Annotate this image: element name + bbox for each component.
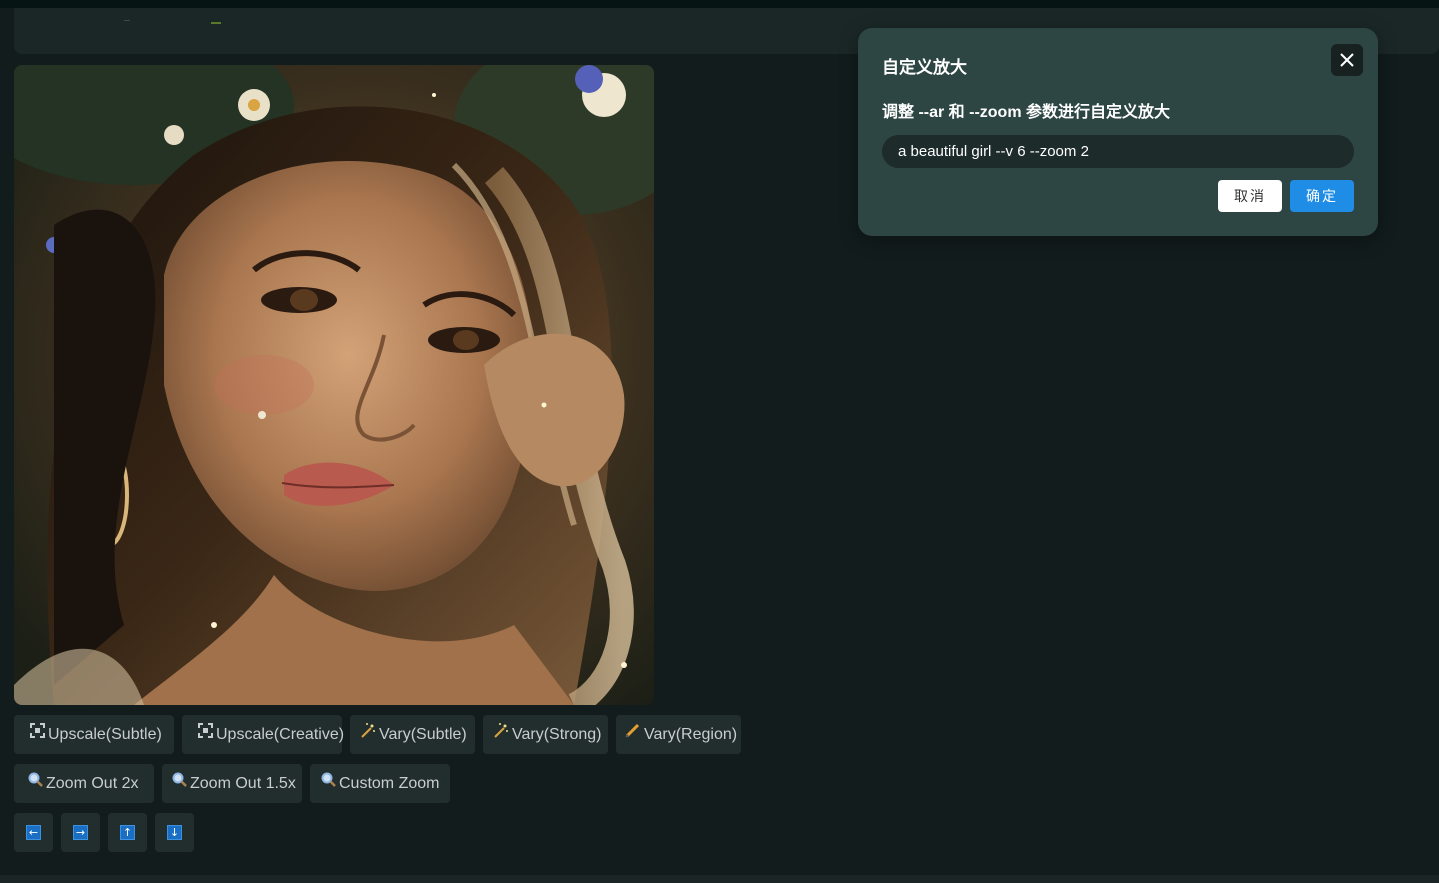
vary-subtle-button[interactable]: Vary(Subtle) [350, 715, 475, 754]
arrow-down-icon: ↓ [167, 825, 182, 840]
magnifier-icon [172, 763, 187, 802]
expand-icon [198, 714, 213, 753]
dialog-close-button[interactable] [1331, 44, 1363, 76]
arrow-up-icon: ↑ [120, 825, 135, 840]
zoom-out-1-5x-button[interactable]: Zoom Out 1.5x [162, 764, 302, 803]
pan-down-button[interactable]: ↓ [155, 813, 194, 852]
expand-icon [30, 714, 45, 753]
vary-strong-label: Vary(Strong) [512, 726, 602, 743]
arrow-right-icon: → [73, 825, 88, 840]
upscale-creative-label: Upscale(Creative) [216, 726, 345, 743]
truncated-text-fragment [124, 14, 130, 21]
zoom-prompt-input[interactable] [882, 135, 1354, 168]
arrow-left-icon: ← [26, 825, 41, 840]
magic-wand-icon [493, 714, 509, 753]
upscale-subtle-button[interactable]: Upscale(Subtle) [14, 715, 174, 754]
truncated-icon-fragment [211, 14, 221, 24]
custom-zoom-button[interactable]: Custom Zoom [310, 764, 450, 803]
vary-strong-button[interactable]: Vary(Strong) [483, 715, 608, 754]
bottom-strip [0, 875, 1439, 883]
dialog-description: 调整 --ar 和 --zoom 参数进行自定义放大 [882, 104, 1170, 121]
zoom-out-2x-button[interactable]: Zoom Out 2x [14, 764, 154, 803]
portrait-illustration [14, 65, 654, 705]
close-icon [1340, 53, 1354, 67]
top-bar [0, 0, 1439, 8]
upscale-subtle-label: Upscale(Subtle) [48, 726, 162, 743]
magnifier-icon [28, 763, 43, 802]
pan-right-button[interactable]: → [61, 813, 100, 852]
confirm-button[interactable]: 确定 [1290, 180, 1354, 212]
vary-subtle-label: Vary(Subtle) [379, 726, 467, 743]
magnifier-icon [321, 763, 336, 802]
custom-zoom-label: Custom Zoom [339, 775, 440, 792]
pencil-icon [625, 714, 641, 753]
dialog-title: 自定义放大 [882, 58, 967, 77]
cancel-button[interactable]: 取消 [1218, 180, 1282, 212]
zoom-out-1-5x-label: Zoom Out 1.5x [190, 775, 296, 792]
generated-image[interactable] [14, 65, 654, 705]
vary-region-label: Vary(Region) [644, 726, 738, 743]
magic-wand-icon [360, 714, 376, 753]
upscale-creative-button[interactable]: Upscale(Creative) [182, 714, 345, 754]
pan-up-button[interactable]: ↑ [108, 813, 147, 852]
pan-left-button[interactable]: ← [14, 813, 53, 852]
zoom-out-2x-label: Zoom Out 2x [46, 775, 139, 792]
custom-zoom-dialog: 自定义放大 调整 --ar 和 --zoom 参数进行自定义放大 取消 确定 [858, 28, 1378, 236]
vary-region-button[interactable]: Vary(Region) [616, 715, 741, 754]
